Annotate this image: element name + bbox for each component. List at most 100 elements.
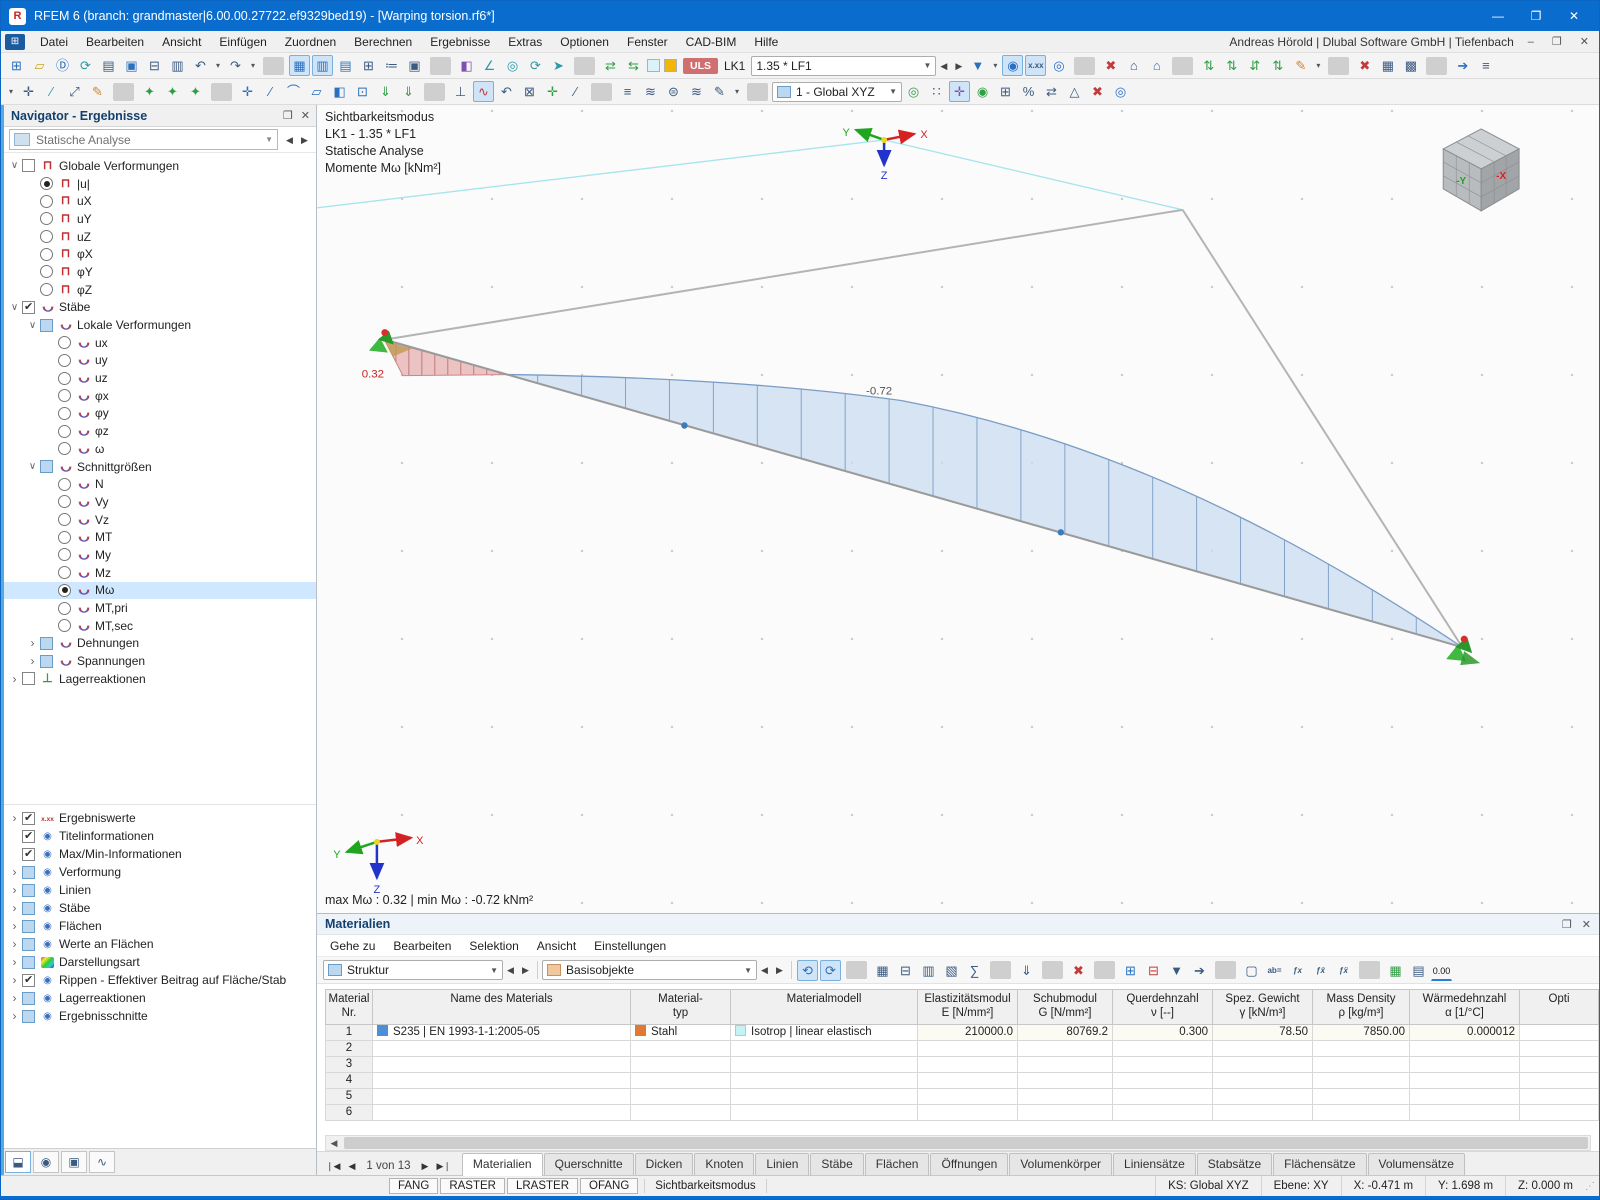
materials-menu-item[interactable]: Ansicht bbox=[528, 937, 585, 955]
table-tab[interactable]: Materialien bbox=[462, 1153, 543, 1176]
beam-member[interactable] bbox=[385, 340, 1462, 648]
object-snap-icon[interactable]: ◉ bbox=[972, 81, 993, 102]
menu-item[interactable]: Ansicht bbox=[153, 33, 210, 51]
table-row[interactable]: 3 bbox=[325, 1057, 1599, 1073]
menu-item[interactable]: Fenster bbox=[618, 33, 677, 51]
member-load-icon[interactable]: ⇓ bbox=[398, 81, 419, 102]
select-related-icon[interactable]: ⟲ bbox=[797, 960, 818, 981]
rotate-copy-icon[interactable]: △ bbox=[1064, 81, 1085, 102]
tree-item[interactable]: My bbox=[1, 546, 316, 564]
line-tool-icon[interactable]: ∕ bbox=[260, 81, 281, 102]
fx-dot-icon[interactable]: ƒẍ bbox=[1333, 960, 1354, 981]
tree-item-control[interactable] bbox=[22, 159, 35, 172]
table-row[interactable]: 4 bbox=[325, 1073, 1599, 1089]
plane-icon[interactable]: ⊜ bbox=[663, 81, 684, 102]
mdi-close-icon[interactable]: ✕ bbox=[1576, 35, 1593, 48]
sort-x-icon[interactable]: ⇅ bbox=[1198, 55, 1219, 76]
thermal-expansion-cell[interactable]: 0.000012 bbox=[1410, 1025, 1520, 1041]
prev-analysis-button[interactable]: ◀ bbox=[282, 130, 297, 150]
minimize-icon[interactable]: — bbox=[1481, 4, 1515, 28]
fx-icon[interactable]: ƒx bbox=[1287, 960, 1308, 981]
tree-item[interactable]: φx bbox=[1, 387, 316, 405]
notes-icon[interactable]: ▤ bbox=[1408, 960, 1429, 981]
first-table-icon[interactable]: ❘◀ bbox=[323, 1161, 343, 1172]
new-model-icon[interactable]: ⊞ bbox=[6, 55, 27, 76]
separator[interactable] bbox=[113, 83, 134, 101]
tree-item-control[interactable] bbox=[58, 513, 71, 526]
rotate-view-icon[interactable]: ⟳ bbox=[525, 55, 546, 76]
menu-item[interactable]: Ergebnisse bbox=[421, 33, 499, 51]
view-angle-icon[interactable]: ∠ bbox=[479, 55, 500, 76]
expander-icon[interactable] bbox=[25, 636, 40, 650]
tree-item-control[interactable] bbox=[58, 548, 71, 561]
visibility-tab-icon[interactable]: ◉ bbox=[33, 1151, 59, 1173]
calculator-icon[interactable]: ▦ bbox=[1385, 960, 1406, 981]
forward-icon[interactable]: ➔ bbox=[1452, 55, 1473, 76]
tree-item[interactable]: φy bbox=[1, 405, 316, 423]
tree-item[interactable]: φX bbox=[1, 245, 316, 263]
tree-item[interactable]: Vy bbox=[1, 493, 316, 511]
menu-item[interactable]: Zuordnen bbox=[276, 33, 345, 51]
undo-caret-icon[interactable]: ▾ bbox=[213, 55, 223, 76]
undo-icon[interactable]: ↶ bbox=[190, 55, 211, 76]
tree-item-checkbox[interactable] bbox=[22, 884, 35, 897]
render-mode-icon[interactable]: ◧ bbox=[456, 55, 477, 76]
member-node[interactable] bbox=[1058, 529, 1064, 535]
tree-item[interactable]: φZ bbox=[1, 281, 316, 299]
shear-modulus-cell[interactable]: 80769.2 bbox=[1018, 1025, 1113, 1041]
open-file-icon[interactable]: ▱ bbox=[29, 55, 50, 76]
tree-item-control[interactable] bbox=[40, 655, 53, 668]
tree-item[interactable]: N bbox=[1, 475, 316, 493]
model-viewport[interactable]: -0.72 0.32 bbox=[317, 105, 1599, 913]
tree-item[interactable]: Dehnungen bbox=[1, 635, 316, 653]
snap-toggle-button[interactable]: RASTER bbox=[440, 1178, 505, 1194]
separator[interactable] bbox=[1042, 961, 1063, 979]
column-header[interactable]: SchubmodulG [N/mm²] bbox=[1018, 989, 1113, 1025]
separator[interactable] bbox=[1328, 57, 1349, 75]
snap-toggle-button[interactable]: LRASTER bbox=[507, 1178, 578, 1194]
tree-item[interactable]: Stäbe bbox=[1, 899, 316, 917]
column-header[interactable]: Querdehnzahlν [--] bbox=[1113, 989, 1213, 1025]
frames-alt-icon[interactable]: ▩ bbox=[1400, 55, 1421, 76]
tree-item[interactable]: |u| bbox=[1, 175, 316, 193]
menu-item[interactable]: Berechnen bbox=[345, 33, 421, 51]
tree-item[interactable]: Ergebnisschnitte bbox=[1, 1007, 316, 1025]
tree-item[interactable]: Lokale Verformungen bbox=[1, 316, 316, 334]
material-name-cell[interactable]: S235 | EN 1993-1-1:2005-05 bbox=[373, 1025, 631, 1041]
separator[interactable] bbox=[1172, 57, 1193, 75]
maximize-icon[interactable]: ❐ bbox=[1519, 4, 1553, 28]
user-coord-icon[interactable]: ◎ bbox=[903, 81, 924, 102]
separator[interactable] bbox=[1074, 57, 1095, 75]
generate-object-icon[interactable]: ✦ bbox=[139, 81, 160, 102]
walk-mode-icon[interactable]: ➤ bbox=[548, 55, 569, 76]
line-grid-icon[interactable]: ≡ bbox=[617, 81, 638, 102]
prev-category-button[interactable]: ◀ bbox=[757, 960, 772, 980]
column-header[interactable]: Name des Materials bbox=[373, 989, 631, 1025]
tree-item-control[interactable] bbox=[58, 619, 71, 632]
expander-icon[interactable] bbox=[7, 901, 22, 915]
decimal-places-icon[interactable]: 0.00 bbox=[1431, 960, 1452, 981]
tree-item-control[interactable] bbox=[58, 531, 71, 544]
separator[interactable] bbox=[591, 83, 612, 101]
camera-tab-icon[interactable]: ▣ bbox=[61, 1151, 87, 1173]
separator[interactable] bbox=[574, 57, 595, 75]
table-tab[interactable]: Flächen bbox=[865, 1153, 930, 1175]
dlubal-icon[interactable]: Ⓓ bbox=[52, 55, 73, 76]
snap-toggle-button[interactable]: FANG bbox=[389, 1178, 438, 1194]
node-tool-icon[interactable]: ✛ bbox=[237, 81, 258, 102]
separator[interactable] bbox=[263, 57, 284, 75]
close-panel-icon[interactable]: ✕ bbox=[301, 109, 310, 122]
tree-item[interactable]: MT bbox=[1, 528, 316, 546]
tree-item-control[interactable] bbox=[40, 265, 53, 278]
plane2-icon[interactable]: ≋ bbox=[686, 81, 707, 102]
column-header[interactable]: Material-typ bbox=[631, 989, 731, 1025]
work-plane-icon[interactable]: ⊞ bbox=[995, 81, 1016, 102]
materials-menu-item[interactable]: Bearbeiten bbox=[384, 937, 460, 955]
next-table-icon[interactable]: ▶ bbox=[419, 1161, 432, 1172]
tree-item[interactable]: Werte an Flächen bbox=[1, 935, 316, 953]
more-menu-icon[interactable]: ≡ bbox=[1475, 55, 1496, 76]
menu-item[interactable]: Hilfe bbox=[745, 33, 787, 51]
axes-tool-icon[interactable]: ✛ bbox=[542, 81, 563, 102]
sync-icon[interactable]: ⟳ bbox=[75, 55, 96, 76]
result-diagram-icon[interactable]: ∿ bbox=[473, 81, 494, 102]
